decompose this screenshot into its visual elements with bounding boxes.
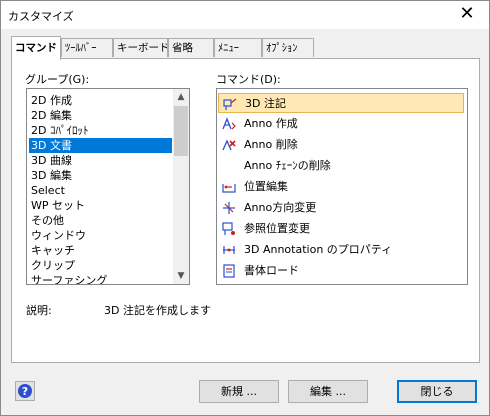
edit-button[interactable]: 編集 ...	[288, 380, 368, 403]
command-item[interactable]: 書体ロード	[218, 261, 464, 281]
command-item[interactable]: 参照位置変更	[218, 219, 464, 239]
customize-dialog: カスタマイズ ✕ コマンド ﾂｰﾙﾊﾞｰ キーボード 省略 ﾒﾆｭｰ ｵﾌﾟｼｮ…	[0, 0, 490, 416]
list-item[interactable]: 3D 編集	[29, 168, 72, 183]
list-item[interactable]: 2D ｺﾊﾟｲﾛｯﾄ	[29, 123, 88, 138]
list-item[interactable]: キャッチ	[29, 243, 75, 258]
scroll-thumb[interactable]	[174, 106, 188, 156]
scroll-down-icon[interactable]: ▼	[173, 268, 189, 284]
tab-commands[interactable]: コマンド	[11, 36, 61, 60]
command-label: Anno 作成	[244, 117, 298, 130]
command-item[interactable]: 3D Annotation のプロパティ	[218, 240, 464, 260]
command-item[interactable]: Anno 作成	[218, 114, 464, 134]
command-item[interactable]: Anno方向変更	[218, 198, 464, 218]
tab-menu[interactable]: ﾒﾆｭｰ	[214, 38, 262, 57]
command-label: 書体ロード	[244, 264, 299, 277]
command-label: Anno ﾁｪｰﾝの削除	[244, 159, 331, 172]
scroll-up-icon[interactable]: ▲	[173, 89, 189, 105]
command-item[interactable]: 位置編集	[218, 177, 464, 197]
command-label: Anno方向変更	[244, 201, 317, 214]
window-title: カスタマイズ	[8, 10, 74, 23]
group-scrollbar[interactable]: ▲ ▼	[173, 89, 189, 284]
anno-direction-icon	[223, 202, 235, 214]
list-item[interactable]: Select	[29, 183, 65, 198]
position-edit-icon	[222, 184, 236, 193]
group-label: グループ(G):	[25, 73, 90, 86]
command-item[interactable]: Anno 削除	[218, 135, 464, 155]
new-button[interactable]: 新規 ...	[199, 380, 279, 403]
title-bar: カスタマイズ ✕	[1, 1, 489, 29]
annotation-properties-icon	[223, 246, 235, 254]
list-item[interactable]: 3D 曲線	[29, 153, 72, 168]
help-icon: ?	[18, 384, 32, 398]
command-label: 位置編集	[244, 180, 288, 193]
anno-create-icon	[222, 117, 236, 130]
list-item[interactable]: クリップ	[29, 258, 75, 273]
reference-position-icon	[222, 222, 235, 235]
command-item-selected[interactable]: 3D 注記	[218, 93, 464, 113]
command-label: 3D Annotation のプロパティ	[244, 243, 393, 256]
font-load-icon	[223, 264, 235, 278]
list-item[interactable]: サーファシング	[29, 273, 107, 284]
description-label: 説明:	[26, 304, 52, 317]
list-item[interactable]: ウィンドウ	[29, 228, 86, 243]
tab-toolbars[interactable]: ﾂｰﾙﾊﾞｰ	[61, 38, 113, 57]
annotation-3d-icon	[223, 98, 237, 110]
close-button[interactable]: 閉じる	[397, 380, 477, 403]
list-item[interactable]: WP セット	[29, 198, 85, 213]
list-item[interactable]: その他	[29, 213, 64, 228]
tab-abbreviation[interactable]: 省略	[168, 38, 214, 57]
command-label: Anno 削除	[244, 138, 298, 151]
close-icon[interactable]: ✕	[455, 3, 479, 25]
commands-listbox[interactable]: 3D 注記 Anno 作成 Anno 削除 Anno ﾁｪｰﾝの削除 位置編集 …	[216, 88, 468, 285]
list-item[interactable]: 2D 作成	[29, 93, 72, 108]
group-listbox[interactable]: 2D 作成 2D 編集 2D ｺﾊﾟｲﾛｯﾄ 3D 文書 3D 曲線 3D 編集…	[26, 88, 190, 285]
list-item-selected[interactable]: 3D 文書	[29, 138, 172, 153]
description-text: 3D 注記を作成します	[104, 304, 211, 317]
commands-label: コマンド(D):	[216, 73, 281, 86]
command-label: 参照位置変更	[244, 222, 310, 235]
svg-text:?: ?	[22, 385, 28, 398]
help-button[interactable]: ?	[15, 381, 35, 401]
tab-keyboard[interactable]: キーボード	[113, 38, 168, 57]
tab-panel: グループ(G): 2D 作成 2D 編集 2D ｺﾊﾟｲﾛｯﾄ 3D 文書 3D…	[11, 58, 480, 363]
anno-delete-icon	[222, 139, 236, 151]
tab-options[interactable]: ｵﾌﾟｼｮﾝ	[262, 38, 314, 57]
command-item[interactable]: Anno ﾁｪｰﾝの削除	[218, 156, 464, 176]
command-label: 3D 注記	[245, 97, 286, 110]
list-item[interactable]: 2D 編集	[29, 108, 72, 123]
